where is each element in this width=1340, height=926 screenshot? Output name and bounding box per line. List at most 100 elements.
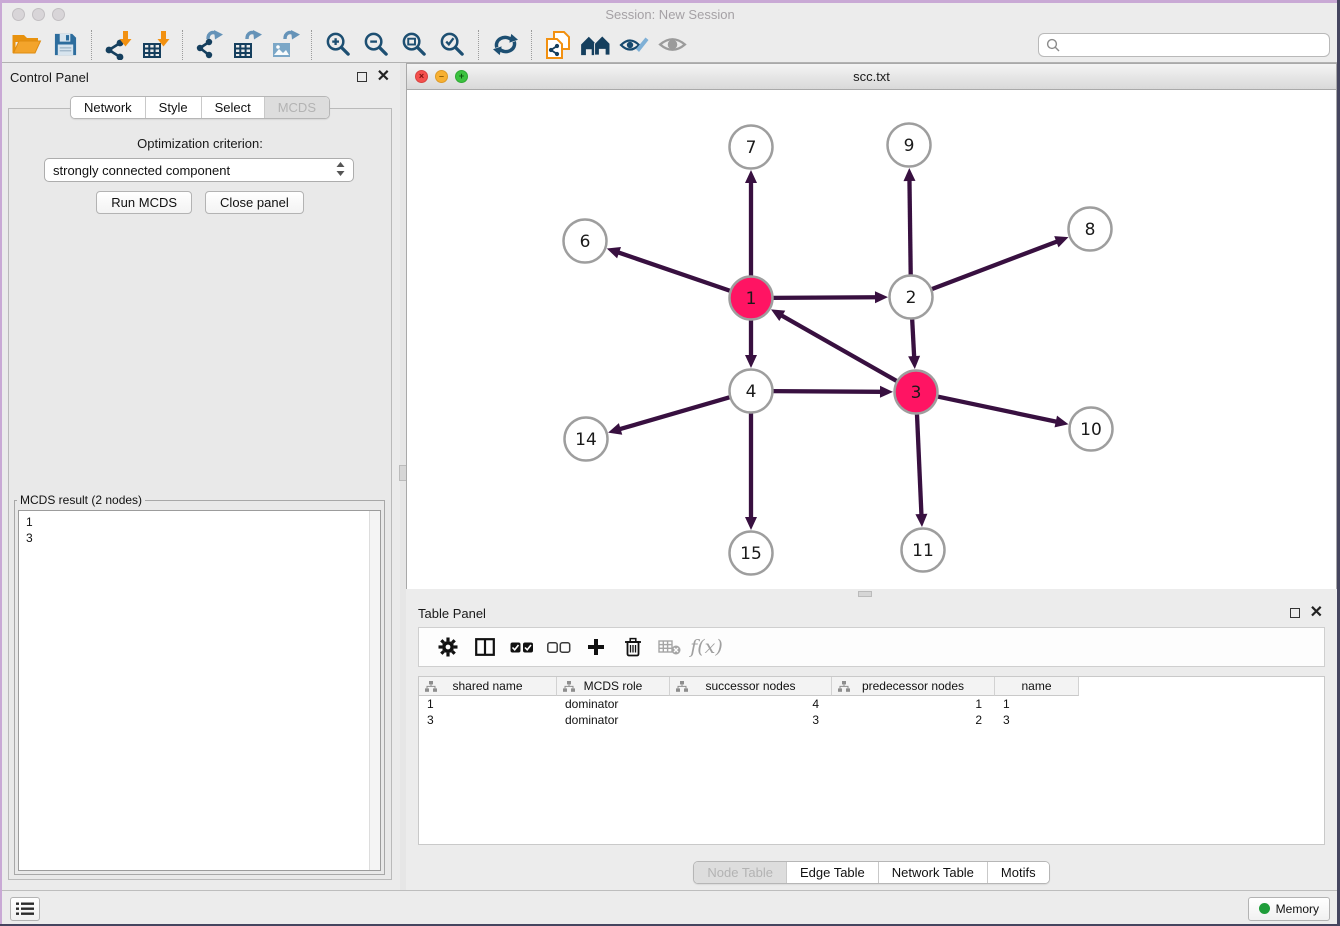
column-header-mcds-role[interactable]: MCDS role — [557, 677, 670, 696]
network-graph[interactable]: 7 9 6 8 1 2 4 3 14 10 15 11 — [407, 90, 1336, 589]
graph-node-10[interactable]: 10 — [1070, 408, 1113, 451]
app-titlebar: Session: New Session — [0, 3, 1340, 27]
zoom-selected-icon[interactable] — [433, 29, 471, 61]
column-header-predecessor-nodes[interactable]: predecessor nodes — [832, 677, 995, 696]
svg-text:3: 3 — [911, 383, 922, 403]
graph-node-8[interactable]: 8 — [1069, 208, 1112, 251]
control-panel-header: Control Panel ✕ — [0, 63, 400, 91]
fx-label: f(x) — [690, 636, 723, 658]
settings-gear-icon[interactable] — [429, 632, 466, 662]
network-canvas[interactable]: 7 9 6 8 1 2 4 3 14 10 15 11 — [407, 90, 1336, 589]
tab-network-table[interactable]: Network Table — [878, 862, 987, 883]
run-mcds-button[interactable]: Run MCDS — [96, 191, 192, 214]
table-panel-header: Table Panel ✕ — [406, 599, 1337, 627]
import-network-icon[interactable] — [99, 29, 137, 61]
graph-edge-4-3[interactable] — [772, 386, 893, 398]
export-network-icon[interactable] — [190, 29, 228, 61]
float-table-panel-icon[interactable] — [1290, 608, 1300, 618]
graph-node-7[interactable]: 7 — [730, 126, 773, 169]
graph-node-6[interactable]: 6 — [564, 220, 607, 263]
graph-edge-2-3[interactable] — [908, 318, 920, 369]
table-row[interactable]: 3dominator323 — [419, 712, 1324, 728]
table-header-row: shared nameMCDS role successor nodes prede… — [419, 677, 1324, 696]
column-header-successor-nodes[interactable]: successor nodes — [670, 677, 832, 696]
graph-edge-4-15[interactable] — [745, 413, 757, 531]
toolbar-separator — [182, 30, 183, 60]
first-neighbors-icon[interactable] — [577, 29, 615, 61]
table-row[interactable]: 1dominator411 — [419, 696, 1324, 712]
zoom-in-icon[interactable] — [319, 29, 357, 61]
svg-text:6: 6 — [580, 232, 591, 252]
control-panel-tabs: NetworkStyleSelectMCDS — [70, 96, 330, 119]
network-window-titlebar[interactable]: × – + scc.txt — [407, 64, 1336, 90]
mcds-result-textarea[interactable]: 13 — [18, 510, 381, 871]
graph-edge-3-11[interactable] — [915, 413, 927, 527]
save-session-icon[interactable] — [46, 29, 84, 61]
graph-edge-4-14[interactable] — [608, 397, 730, 435]
graph-edge-1-7[interactable] — [745, 170, 757, 277]
svg-text:2: 2 — [906, 288, 917, 308]
clone-network-icon[interactable] — [539, 29, 577, 61]
column-header-name[interactable]: name — [995, 677, 1079, 696]
graph-edge-3-10[interactable] — [937, 396, 1068, 427]
graph-node-2[interactable]: 2 — [890, 276, 933, 319]
select-all-icon[interactable] — [503, 632, 540, 662]
horizontal-splitter[interactable] — [406, 589, 1337, 599]
tab-motifs[interactable]: Motifs — [987, 862, 1049, 883]
column-header-shared-name[interactable]: shared name — [419, 677, 557, 696]
svg-text:11: 11 — [912, 541, 934, 561]
optimization-select[interactable]: strongly connected component — [44, 158, 354, 182]
hide-selected-icon[interactable] — [615, 29, 653, 61]
zoom-out-icon[interactable] — [357, 29, 395, 61]
horizontal-splitter-handle[interactable] — [858, 591, 872, 597]
svg-text:1: 1 — [746, 289, 757, 309]
close-table-panel-icon[interactable]: ✕ — [1310, 608, 1323, 618]
window-frame-top — [0, 0, 1340, 3]
import-table-icon[interactable] — [137, 29, 175, 61]
search-input[interactable] — [1060, 35, 1329, 55]
graph-node-15[interactable]: 15 — [730, 532, 773, 575]
tab-node-table[interactable]: Node Table — [694, 862, 786, 883]
deselect-all-icon[interactable] — [540, 632, 577, 662]
column-header-label: successor nodes — [705, 679, 795, 693]
graph-node-3[interactable]: 3 — [895, 371, 938, 414]
toolbar-separator — [311, 30, 312, 60]
toggle-panel-icon[interactable] — [466, 632, 503, 662]
graph-edge-3-1[interactable] — [771, 309, 897, 381]
graph-edge-1-6[interactable] — [607, 247, 731, 291]
float-panel-icon[interactable] — [357, 72, 367, 82]
open-session-icon[interactable] — [8, 29, 46, 61]
tab-mcds[interactable]: MCDS — [264, 97, 329, 118]
close-panel-button[interactable]: Close panel — [205, 191, 304, 214]
svg-text:14: 14 — [575, 430, 597, 450]
graph-edge-2-9[interactable] — [903, 168, 915, 276]
mcds-result-line: 1 — [26, 514, 380, 530]
tab-select[interactable]: Select — [201, 97, 264, 118]
table-body: 1dominator4113dominator323 — [419, 696, 1324, 728]
refresh-icon[interactable] — [486, 29, 524, 61]
svg-text:7: 7 — [746, 138, 757, 158]
add-column-icon[interactable] — [577, 632, 614, 662]
export-table-icon[interactable] — [228, 29, 266, 61]
task-history-button[interactable] — [10, 897, 40, 921]
graph-node-4[interactable]: 4 — [730, 370, 773, 413]
graph-node-1[interactable]: 1 — [730, 277, 773, 320]
graph-edge-1-4[interactable] — [745, 320, 757, 369]
control-panel: Control Panel ✕ NetworkStyleSelectMCDS O… — [0, 63, 400, 890]
graph-node-9[interactable]: 9 — [888, 124, 931, 167]
delete-column-icon[interactable] — [614, 632, 651, 662]
zoom-fit-icon[interactable] — [395, 29, 433, 61]
tab-network[interactable]: Network — [71, 97, 145, 118]
table-cell: dominator — [557, 696, 670, 712]
graph-node-11[interactable]: 11 — [902, 529, 945, 572]
tab-style[interactable]: Style — [145, 97, 201, 118]
tab-edge-table[interactable]: Edge Table — [786, 862, 878, 883]
scrollbar-track[interactable] — [369, 511, 380, 870]
export-image-icon[interactable] — [266, 29, 304, 61]
graph-edge-1-2[interactable] — [772, 291, 888, 303]
graph-edge-2-8[interactable] — [931, 236, 1068, 289]
search-box[interactable] — [1038, 33, 1330, 57]
graph-node-14[interactable]: 14 — [565, 418, 608, 461]
close-panel-icon[interactable]: ✕ — [377, 72, 390, 82]
memory-button[interactable]: Memory — [1248, 897, 1330, 921]
